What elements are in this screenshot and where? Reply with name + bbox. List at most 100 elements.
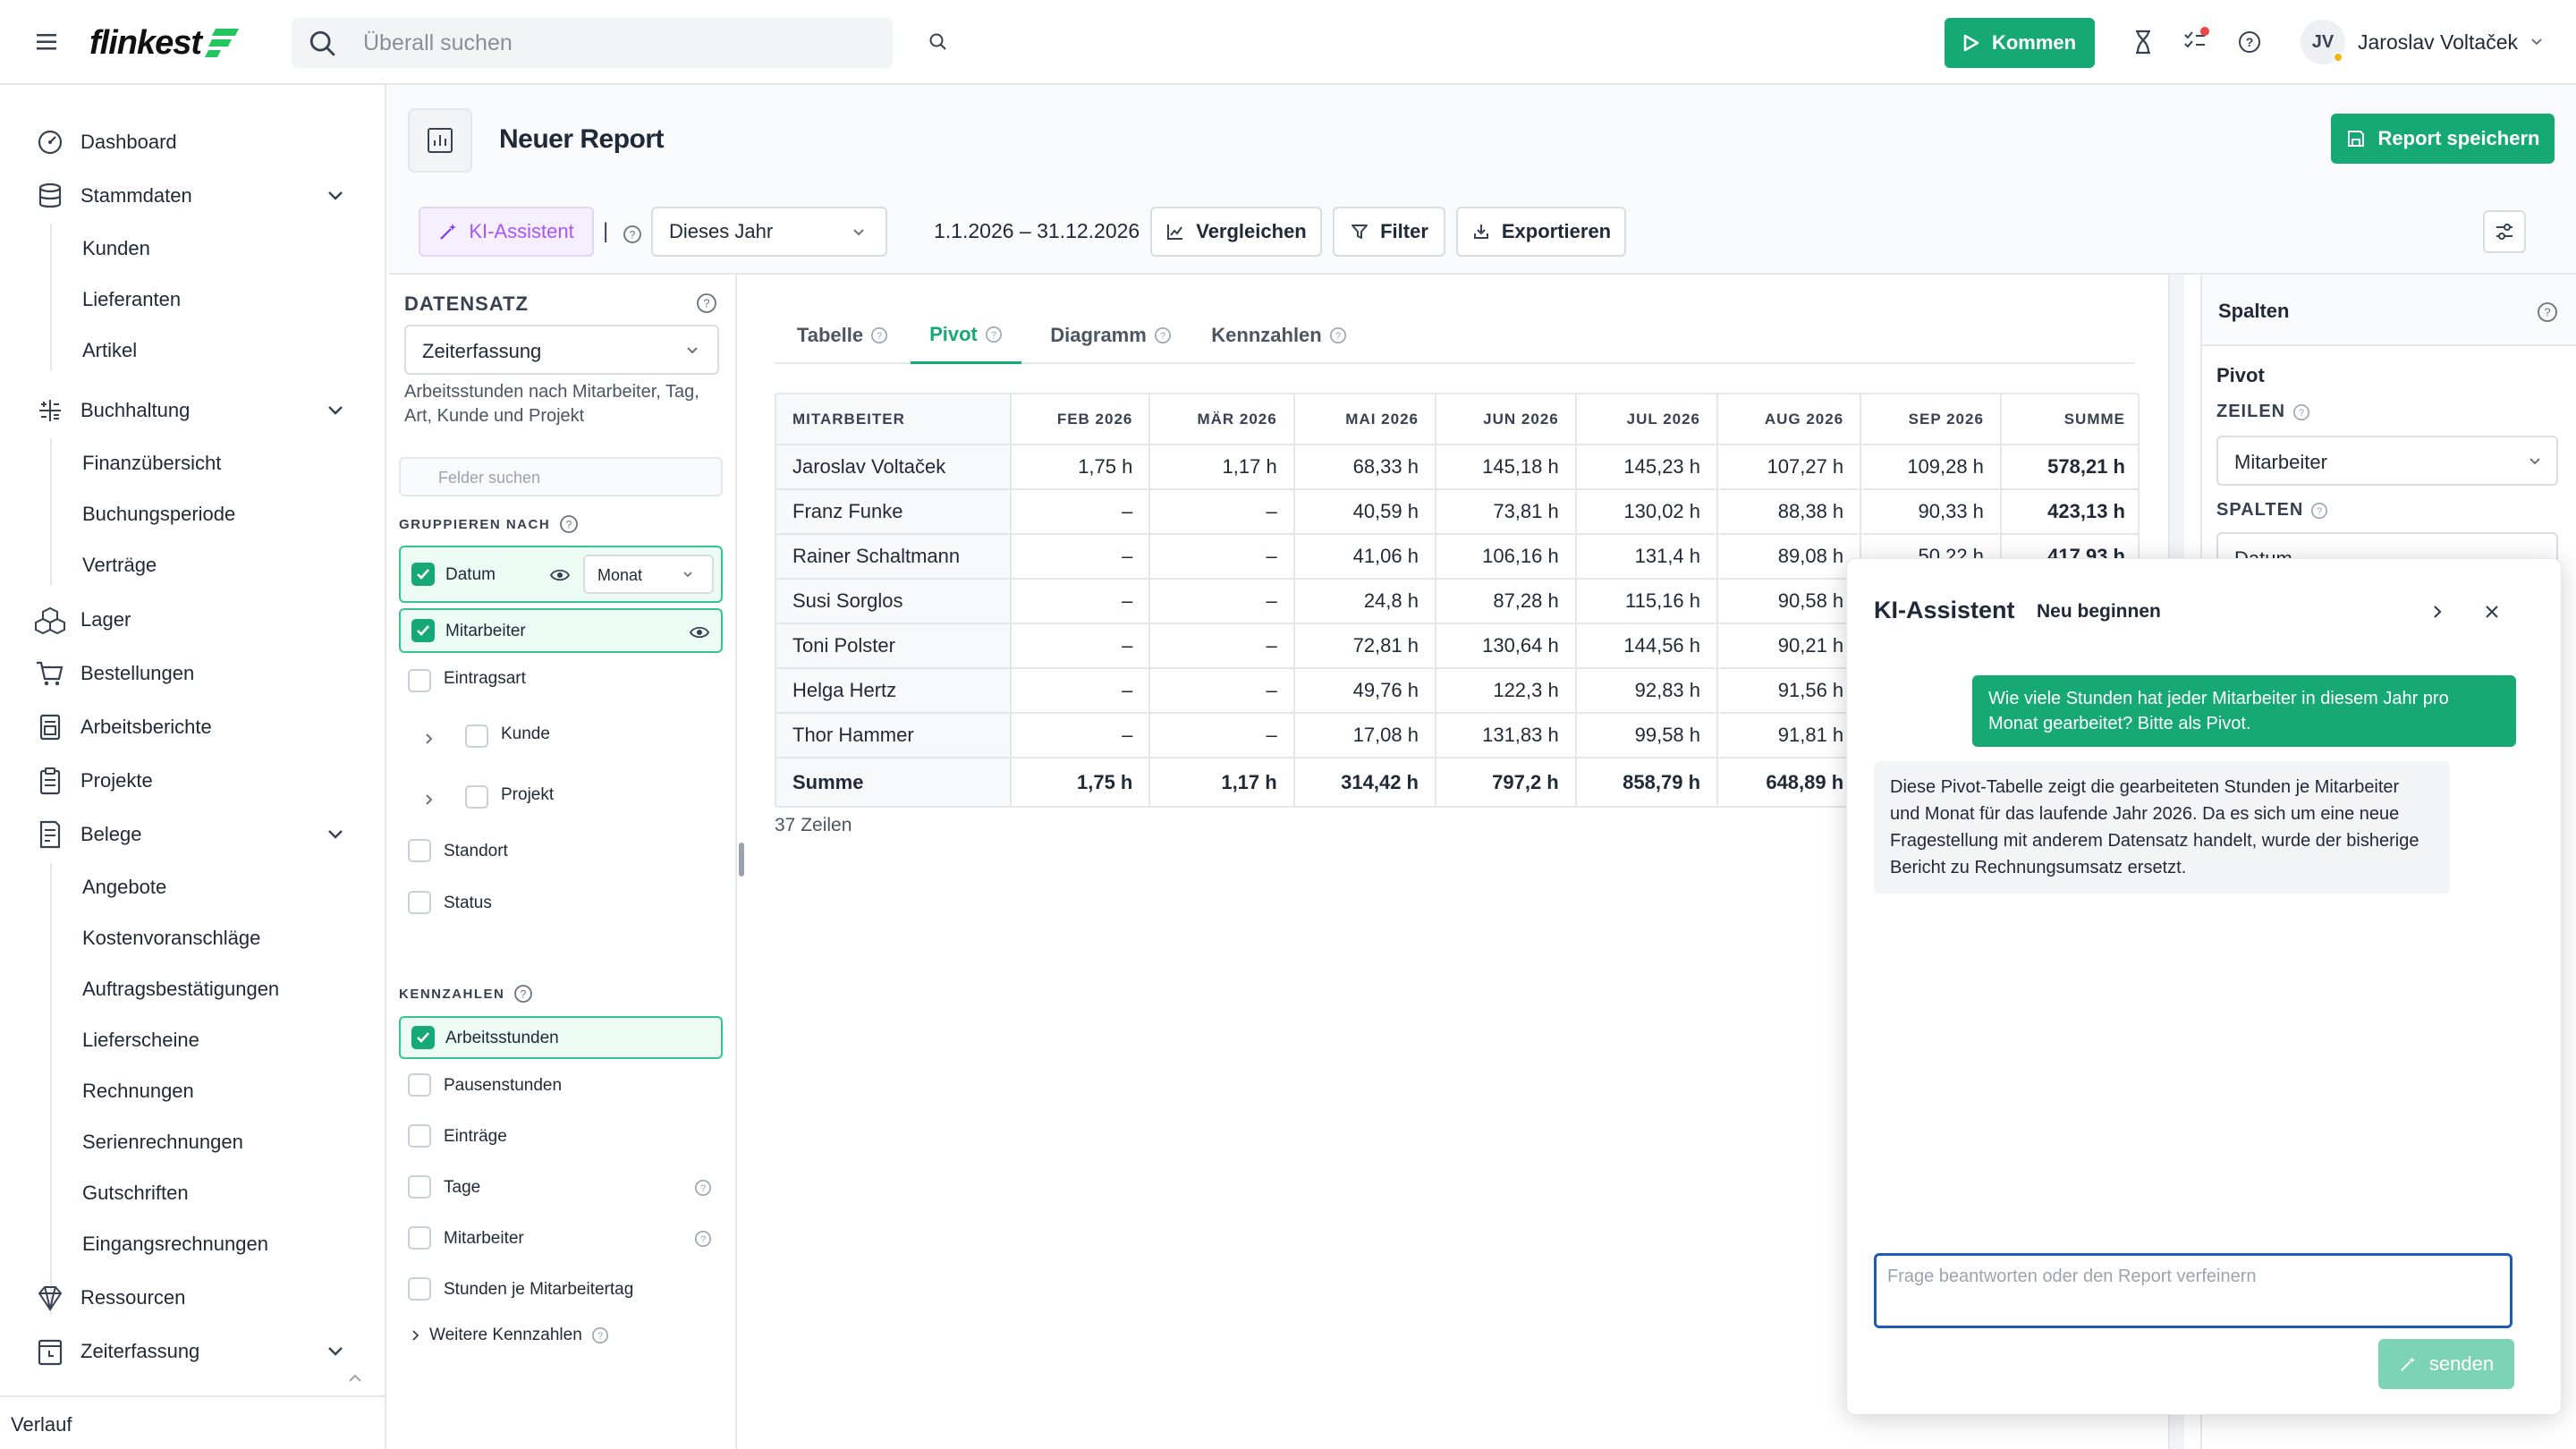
kpi-field-mitarbeiter[interactable]: Mitarbeiter ?: [399, 1226, 723, 1276]
sidebar-item-kunden[interactable]: Kunden: [82, 237, 150, 260]
help-icon[interactable]: ?: [694, 1179, 712, 1197]
save-report-button[interactable]: Report speichern: [2331, 114, 2555, 164]
chevron-right-icon[interactable]: [424, 792, 435, 807]
table-row[interactable]: Jaroslav Voltaček 1,75 h 1,17 h 68,33 h 145,…: [776, 445, 2138, 490]
checkbox-kunde[interactable]: [465, 724, 488, 748]
user-menu[interactable]: JV Jaroslav Voltaček: [2301, 20, 2560, 66]
help-icon[interactable]: ?: [696, 292, 717, 314]
sidebar-item-arbeitsberichte[interactable]: Arbeitsberichte: [0, 704, 386, 750]
sidebar-item-auftragsbestaetigungen[interactable]: Auftragsbestätigungen: [82, 978, 279, 1001]
column-header[interactable]: JUL 2026: [1575, 394, 1719, 445]
sidebar-item-eingangsrechnungen[interactable]: Eingangsrechnungen: [82, 1233, 268, 1256]
column-header[interactable]: SUMME: [2000, 394, 2138, 445]
more-kpis-toggle[interactable]: Weitere Kennzahlen ?: [411, 1326, 609, 1345]
group-field-eintragsart[interactable]: Eintragsart: [399, 660, 723, 710]
sidebar-footer[interactable]: Verlauf: [0, 1395, 386, 1449]
compare-button[interactable]: Vergleichen: [1150, 207, 1322, 257]
help-icon[interactable]: ?: [623, 225, 642, 244]
send-button[interactable]: senden: [2378, 1339, 2514, 1389]
checkbox-projekt[interactable]: [465, 785, 488, 809]
sidebar-item-lager[interactable]: Lager: [0, 597, 386, 643]
search-submit-icon[interactable]: [925, 29, 952, 55]
sidebar-item-belege[interactable]: Belege: [0, 811, 386, 858]
sidebar-item-vertraege[interactable]: Verträge: [82, 554, 157, 577]
column-header[interactable]: SEP 2026: [1860, 394, 2002, 445]
sidebar-item-rechnungen[interactable]: Rechnungen: [82, 1080, 194, 1103]
help-icon[interactable]: ?: [2537, 301, 2558, 323]
kpi-field-stunden-je-mitarbeitertag[interactable]: Stunden je Mitarbeitertag: [399, 1277, 723, 1327]
tasks-notification-icon[interactable]: [2181, 25, 2211, 55]
help-icon[interactable]: ?: [513, 984, 533, 1004]
kommen-button[interactable]: Kommen: [1945, 18, 2095, 68]
help-icon[interactable]: ?: [694, 1230, 712, 1248]
chevron-right-icon[interactable]: [424, 732, 435, 746]
checkbox-mitarbeiter[interactable]: [411, 619, 435, 642]
sidebar-item-gutschriften[interactable]: Gutschriften: [82, 1182, 189, 1205]
sidebar-item-serienrechnungen[interactable]: Serienrechnungen: [82, 1131, 243, 1154]
tab-kennzahlen[interactable]: Kennzahlen ?: [1191, 307, 1367, 364]
period-select[interactable]: Dieses Jahr: [651, 207, 887, 257]
column-header[interactable]: MAI 2026: [1293, 394, 1436, 445]
tab-pivot[interactable]: Pivot ?: [911, 307, 1021, 364]
sidebar-item-lieferanten[interactable]: Lieferanten: [82, 288, 181, 311]
kpi-field-eintraege[interactable]: Einträge: [399, 1124, 723, 1174]
global-search-input[interactable]: Überall suchen: [292, 18, 893, 68]
chevron-right-icon[interactable]: [2430, 602, 2445, 622]
group-field-mitarbeiter[interactable]: Mitarbeiter: [399, 608, 723, 653]
checkbox-tage[interactable]: [408, 1175, 431, 1199]
filter-button[interactable]: Filter: [1333, 207, 1445, 257]
sidebar-item-artikel[interactable]: Artikel: [82, 339, 137, 362]
eye-icon[interactable]: [689, 624, 710, 640]
sidebar-item-angebote[interactable]: Angebote: [82, 876, 166, 899]
help-icon[interactable]: ?: [2310, 502, 2328, 520]
help-icon[interactable]: ?: [2292, 403, 2310, 421]
kpi-field-arbeitsstunden[interactable]: Arbeitsstunden: [399, 1016, 723, 1059]
tab-tabelle[interactable]: Tabelle ?: [775, 307, 911, 364]
group-field-standort[interactable]: Standort: [399, 839, 723, 889]
hourglass-icon[interactable]: [2129, 27, 2157, 57]
close-icon[interactable]: [2482, 602, 2502, 622]
column-header[interactable]: MÄR 2026: [1149, 394, 1295, 445]
sidebar-item-lieferscheine[interactable]: Lieferscheine: [82, 1029, 199, 1052]
group-field-datum[interactable]: Datum Monat: [399, 546, 723, 603]
checkbox-eintraege[interactable]: [408, 1124, 431, 1148]
tab-diagramm[interactable]: Diagramm ?: [1030, 307, 1191, 364]
column-header[interactable]: AUG 2026: [1717, 394, 1862, 445]
panel-resize-handle[interactable]: [739, 843, 744, 877]
column-header[interactable]: JUN 2026: [1435, 394, 1577, 445]
checkbox-stunden-je-mitarbeitertag[interactable]: [408, 1277, 431, 1301]
help-icon[interactable]: ?: [559, 514, 579, 534]
sidebar-item-buchhaltung[interactable]: Buchhaltung: [0, 387, 386, 434]
checkbox-arbeitsstunden[interactable]: [411, 1026, 435, 1049]
help-icon[interactable]: ?: [591, 1326, 609, 1344]
scroll-up-icon[interactable]: [347, 1373, 363, 1384]
chat-input[interactable]: Frage beantworten oder den Report verfei…: [1874, 1253, 2512, 1328]
kpi-field-pausenstunden[interactable]: Pausenstunden: [399, 1073, 723, 1123]
logo[interactable]: flinkest: [89, 23, 240, 63]
column-header-mitarbeiter[interactable]: MITARBEITER: [776, 394, 1012, 445]
column-header[interactable]: FEB 2026: [1011, 394, 1151, 445]
settings-sliders-button[interactable]: [2483, 210, 2526, 253]
help-icon[interactable]: ?: [2236, 29, 2263, 55]
checkbox-status[interactable]: [408, 891, 431, 914]
dataset-select[interactable]: Zeiterfassung: [404, 325, 719, 375]
table-row[interactable]: Franz Funke – –40,59 h 73,81 h 130,02 h 88,38…: [776, 489, 2138, 535]
sidebar-item-projekte[interactable]: Projekte: [0, 758, 386, 804]
checkbox-standort[interactable]: [408, 839, 431, 862]
field-search-input[interactable]: Felder suchen: [399, 457, 723, 496]
menu-icon[interactable]: [34, 30, 59, 55]
sidebar-item-kostenvoranschlaege[interactable]: Kostenvoranschläge: [82, 927, 260, 950]
sidebar-item-buchungsperiode[interactable]: Buchungsperiode: [82, 503, 235, 526]
group-field-projekt[interactable]: Projekt: [399, 776, 723, 826]
eye-icon[interactable]: [549, 567, 571, 583]
restart-chat-button[interactable]: Neu beginnen: [2037, 601, 2161, 623]
sidebar-item-finanzuebersicht[interactable]: Finanzübersicht: [82, 452, 221, 475]
checkbox-pausenstunden[interactable]: [408, 1073, 431, 1097]
ai-assistant-button[interactable]: KI-Assistent: [419, 207, 594, 257]
checkbox-eintragsart[interactable]: [408, 669, 431, 692]
sidebar-item-bestellungen[interactable]: Bestellungen: [0, 650, 386, 697]
kpi-field-tage[interactable]: Tage ?: [399, 1175, 723, 1225]
date-granularity-select[interactable]: Monat: [583, 555, 714, 594]
export-button[interactable]: Exportieren: [1456, 207, 1626, 257]
group-field-kunde[interactable]: Kunde: [399, 716, 723, 766]
